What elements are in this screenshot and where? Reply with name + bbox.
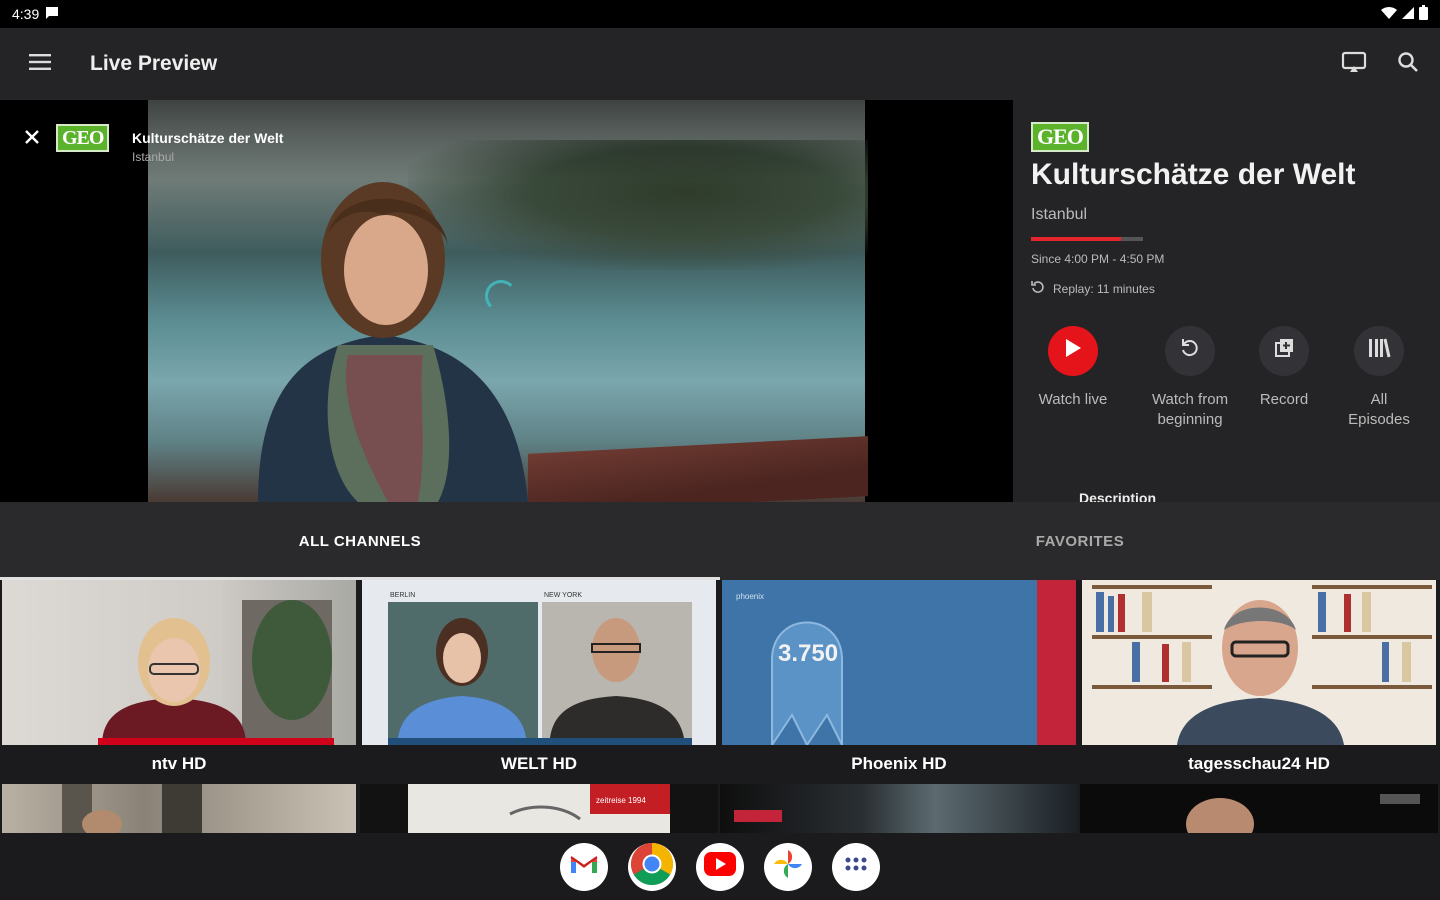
replay-label: Replay: 11 minutes	[1053, 281, 1155, 296]
channel-thumbnail: phoenix 3.750	[722, 580, 1076, 745]
phoenix-overlay-number: 3.750	[778, 640, 839, 667]
channel-tile-row2-1[interactable]	[2, 784, 356, 833]
message-notification-icon	[45, 6, 59, 23]
channel-tile-row2-2[interactable]: zeitreise 1994	[360, 784, 718, 833]
watch-from-beginning-circle	[1165, 326, 1215, 376]
tab-favorites[interactable]: FAVORITES	[720, 502, 1440, 580]
watch-from-beginning-button[interactable]: Watch from beginning	[1143, 326, 1237, 430]
player-program-subtitle: Istanbul	[132, 150, 175, 164]
watch-live-button[interactable]: Watch live	[1027, 326, 1119, 410]
row2-preview-4	[1186, 794, 1420, 833]
channel-tabs: ALL CHANNELS FAVORITES	[0, 502, 1440, 580]
all-episodes-button[interactable]: All Episodes	[1339, 326, 1419, 430]
row2-overlay-text: zeitreise 1994	[596, 796, 646, 805]
program-time: Since 4:00 PM - 4:50 PM	[1031, 252, 1165, 266]
close-icon	[24, 124, 40, 152]
youtube-app[interactable]	[696, 842, 744, 891]
status-bar: 4:39	[0, 0, 1440, 28]
tagesschau-preview-image	[1092, 585, 1432, 745]
app-drawer[interactable]	[832, 842, 880, 891]
channel-thumbnail: BERLIN NEW YORK	[362, 580, 716, 745]
channel-tile-row2-4[interactable]	[1080, 784, 1438, 833]
channel-name: WELT HD	[360, 745, 718, 783]
channel-name: Phoenix HD	[720, 745, 1078, 783]
channel-logo: GEO	[56, 124, 110, 152]
channel-tile-ntv[interactable]: ntv HD	[0, 580, 358, 784]
boat-edge	[528, 436, 868, 502]
photos-icon	[771, 847, 805, 886]
record-button[interactable]: Record	[1249, 326, 1319, 410]
tab-favorites-label: FAVORITES	[1035, 532, 1125, 550]
channel-name: tagesschau24 HD	[1080, 745, 1438, 783]
phoenix-preview-image	[771, 580, 1076, 745]
presenter-figure	[258, 182, 528, 502]
welt-preview-image	[388, 602, 692, 745]
watch-live-label: Watch live	[1038, 391, 1108, 408]
library-icon	[1367, 337, 1391, 365]
hamburger-menu-icon	[29, 53, 51, 75]
watch-live-circle	[1048, 326, 1098, 376]
watch-from-beginning-label: Watch from beginning	[1151, 391, 1229, 428]
app-bar: Live Preview	[0, 28, 1440, 100]
gmail-app[interactable]	[560, 842, 608, 891]
battery-icon	[1419, 5, 1428, 23]
gmail-icon	[569, 853, 599, 880]
row2-preview-3	[734, 810, 782, 822]
ntv-preview-image	[98, 600, 334, 745]
record-circle	[1259, 326, 1309, 376]
record-icon	[1273, 337, 1295, 365]
channel-thumbnail	[2, 580, 356, 745]
description-heading: Description	[1079, 490, 1157, 502]
channel-grid: ntv HD BERLIN NEW YORK WELT HD phoenix 3…	[0, 580, 1440, 833]
cell-signal-icon	[1401, 6, 1415, 23]
record-label: Record	[1259, 391, 1309, 408]
status-time: 4:39	[12, 6, 40, 22]
app-dock	[0, 833, 1440, 900]
cast-icon	[1341, 51, 1367, 78]
channel-tile-tagesschau24[interactable]: tagesschau24 HD	[1080, 580, 1438, 784]
play-icon	[1064, 338, 1082, 364]
restart-icon	[1179, 337, 1201, 365]
loading-spinner-icon	[485, 280, 517, 312]
program-details-panel: GEO Kulturschätze der Welt Istanbul Sinc…	[1013, 100, 1440, 502]
program-progress-bar	[1031, 237, 1143, 241]
welt-tag-berlin: BERLIN	[390, 592, 416, 599]
welt-tag-new-york: NEW YORK	[544, 592, 582, 599]
replay-info: Replay: 11 minutes	[1031, 280, 1155, 297]
row2-preview-1	[62, 784, 202, 833]
all-episodes-circle	[1354, 326, 1404, 376]
search-button[interactable]	[1390, 46, 1426, 82]
search-icon	[1397, 51, 1419, 78]
row2-preview-2	[408, 784, 670, 833]
tab-all-channels-label: ALL CHANNELS	[298, 532, 422, 550]
channel-thumbnail	[1082, 580, 1436, 745]
photos-app[interactable]	[764, 842, 812, 891]
app-drawer-icon	[844, 856, 868, 877]
program-progress-fill	[1031, 237, 1121, 241]
all-episodes-label: All Episodes	[1348, 391, 1410, 428]
chrome-app[interactable]	[628, 842, 676, 891]
cast-button[interactable]	[1336, 46, 1372, 82]
episode-title: Istanbul	[1031, 206, 1088, 223]
channel-tile-welt[interactable]: BERLIN NEW YORK WELT HD	[360, 580, 718, 784]
close-player-button[interactable]	[16, 122, 48, 154]
wifi-icon	[1381, 6, 1397, 23]
show-title: Kulturschätze der Welt	[1031, 158, 1356, 191]
youtube-icon	[704, 852, 736, 881]
menu-button[interactable]	[0, 28, 80, 100]
replay-icon	[1031, 280, 1045, 297]
page-title: Live Preview	[90, 52, 218, 75]
channel-tile-phoenix[interactable]: phoenix 3.750 Phoenix HD	[720, 580, 1078, 784]
phoenix-brand-text: phoenix	[736, 592, 765, 601]
tab-all-channels[interactable]: ALL CHANNELS	[0, 502, 720, 580]
channel-name: ntv HD	[0, 745, 358, 783]
details-channel-logo: GEO	[1031, 122, 1089, 152]
channel-tile-row2-3[interactable]	[720, 784, 1078, 833]
chrome-icon	[630, 842, 674, 891]
player-program-title: Kulturschätze der Welt	[132, 130, 284, 146]
